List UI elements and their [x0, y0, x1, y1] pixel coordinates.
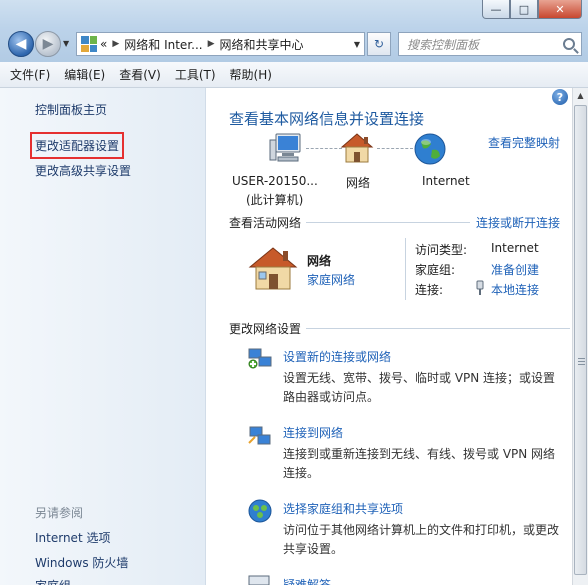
internet-label: Internet	[422, 174, 470, 188]
menu-edit[interactable]: 编辑(E)	[64, 66, 105, 83]
connect-disconnect-link[interactable]: 连接或断开连接	[476, 214, 560, 231]
access-type-label: 访问类型:	[415, 243, 468, 257]
forward-button[interactable]: ▶	[35, 31, 61, 57]
maximize-button[interactable]: □	[510, 0, 538, 19]
task-connect-to-network-desc: 连接到或重新连接到无线、有线、拨号或 VPN 网络连接。	[283, 447, 556, 480]
breadcrumb-network-internet[interactable]: 网络和 Inter...	[124, 36, 202, 53]
new-connection-icon	[248, 348, 272, 369]
task-homegroup-sharing[interactable]: 选择家庭组和共享选项	[283, 500, 403, 517]
house-network-icon	[340, 133, 374, 163]
active-networks-heading: 查看活动网络	[229, 216, 302, 230]
address-bar[interactable]: « ▶ 网络和 Inter... ▶ 网络和共享中心 ▼	[76, 32, 365, 56]
search-placeholder: 搜索控制面板	[407, 37, 480, 52]
computer-sublabel: (此计算机)	[246, 193, 304, 207]
minimize-button[interactable]: —	[482, 0, 510, 19]
globe-icon	[414, 133, 446, 165]
back-button[interactable]: ◀	[8, 31, 34, 57]
sidebar-item-internet-options[interactable]: Internet 选项	[35, 529, 110, 546]
home-network-icon	[248, 247, 298, 290]
task-setup-new-connection-desc: 设置无线、宽带、拨号、临时或 VPN 连接；或设置路由器或访问点。	[283, 371, 556, 404]
breadcrumb-network-sharing-center[interactable]: 网络和共享中心	[220, 36, 304, 53]
search-input[interactable]: 搜索控制面板	[398, 32, 582, 56]
back-arrow-icon: ◀	[15, 36, 27, 52]
recent-pages-dropdown-icon[interactable]: ▼	[63, 39, 69, 48]
sidebar-item-control-panel-home[interactable]: 控制面板主页	[35, 101, 107, 118]
sidebar-item-change-adapter-settings[interactable]: 更改适配器设置	[29, 132, 125, 159]
sidebar-item-change-advanced-sharing[interactable]: 更改高级共享设置	[35, 162, 131, 179]
menu-file[interactable]: 文件(F)	[10, 66, 50, 83]
refresh-button[interactable]: ↻	[367, 32, 391, 56]
task-troubleshoot[interactable]: 疑难解答	[283, 576, 331, 585]
breadcrumb-overflow[interactable]: «	[100, 37, 107, 51]
vertical-divider	[405, 238, 406, 300]
network-map-label: 网络	[346, 176, 371, 190]
search-icon	[563, 38, 575, 50]
navigation-bar: ◀ ▶ ▼ « ▶ 网络和 Inter... ▶ 网络和共享中心 ▼ ↻ 搜索控…	[0, 28, 588, 60]
menu-tools[interactable]: 工具(T)	[175, 66, 216, 83]
connection-line	[377, 148, 413, 149]
task-connect-to-network[interactable]: 连接到网络	[283, 424, 343, 441]
menu-help[interactable]: 帮助(H)	[230, 66, 272, 83]
window-titlebar: — □ ✕ ◀ ▶ ▼ « ▶ 网络和 Inter... ▶ 网络和共享中心 ▼…	[0, 0, 588, 62]
see-also-heading: 另请参阅	[35, 506, 84, 520]
sidebar-item-homegroup[interactable]: 家庭组	[35, 577, 71, 585]
help-icon[interactable]: ?	[552, 89, 568, 105]
chevron-right-icon: ▶	[207, 39, 215, 49]
computer-label: USER-20150...	[232, 174, 318, 188]
task-homegroup-sharing-desc: 访问位于其他网络计算机上的文件和打印机，或更改共享设置。	[283, 523, 560, 556]
connection-line	[306, 148, 342, 149]
menu-bar: 文件(F) 编辑(E) 查看(V) 工具(T) 帮助(H)	[0, 62, 588, 88]
sidebar-item-windows-firewall[interactable]: Windows 防火墙	[35, 554, 128, 571]
scroll-thumb[interactable]	[574, 105, 587, 575]
vertical-scrollbar[interactable]: ▲	[572, 88, 588, 585]
close-button[interactable]: ✕	[538, 0, 582, 19]
control-panel-icon	[81, 36, 97, 52]
refresh-icon: ↻	[373, 37, 385, 51]
access-type-value: Internet	[491, 241, 539, 255]
connections-label: 连接:	[415, 283, 444, 297]
view-full-map-link[interactable]: 查看完整映射	[488, 134, 560, 151]
page-title: 查看基本网络信息并设置连接	[229, 110, 425, 128]
homegroup-link[interactable]: 准备创建	[491, 261, 539, 278]
computer-icon	[269, 133, 301, 162]
homegroup-sharing-icon	[248, 499, 272, 523]
connect-network-icon	[248, 426, 271, 445]
window-controls: — □ ✕	[482, 0, 582, 19]
network-type-link[interactable]: 家庭网络	[307, 271, 355, 288]
change-settings-heading: 更改网络设置	[229, 322, 302, 336]
ethernet-icon	[476, 280, 484, 295]
chevron-right-icon: ▶	[112, 39, 120, 49]
troubleshoot-icon	[248, 575, 270, 585]
task-setup-new-connection[interactable]: 设置新的连接或网络	[283, 348, 391, 365]
menu-view[interactable]: 查看(V)	[119, 66, 161, 83]
scroll-up-icon[interactable]: ▲	[573, 88, 588, 104]
divider	[306, 328, 570, 329]
homegroup-label: 家庭组:	[415, 263, 456, 277]
network-name: 网络	[307, 254, 332, 268]
chevron-down-icon[interactable]: ▼	[350, 40, 364, 49]
forward-arrow-icon: ▶	[42, 36, 54, 52]
divider	[306, 222, 470, 223]
local-connection-link[interactable]: 本地连接	[491, 281, 539, 298]
